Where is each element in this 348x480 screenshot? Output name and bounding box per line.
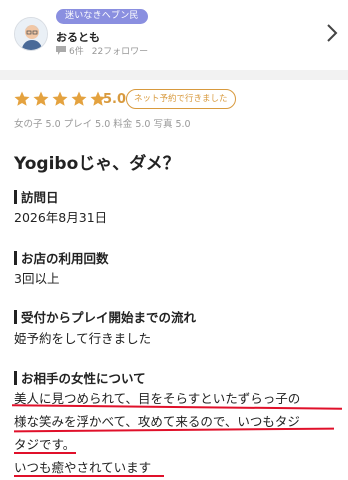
section-body-flow: 姫予約をして行きました	[14, 327, 151, 350]
section-body-usage-count: 3回以上	[14, 267, 59, 290]
star-icon	[14, 91, 30, 106]
highlight-underline	[14, 475, 164, 477]
comment-icon	[56, 46, 66, 55]
rating-row: 5.0 ネット予約で行きました	[0, 88, 348, 116]
user-stats: 6件 22フォロワー	[56, 44, 156, 57]
user-badge: 迷いなきヘブン民	[56, 9, 148, 24]
heading-bar	[14, 250, 17, 265]
avatar-icon[interactable]	[14, 17, 48, 51]
user-card[interactable]: 迷いなきヘブン民 おるとも 6件 22フォロワー	[0, 0, 348, 70]
star-icon	[71, 91, 87, 106]
section-line: 2026年8月31日	[14, 210, 108, 225]
section-heading-label: 受付からプレイ開始までの流れ	[21, 310, 197, 325]
section-heading-label: お相手の女性について	[21, 371, 146, 386]
section-heading-visit-date: 訪問日	[14, 187, 59, 206]
star-icon	[52, 91, 68, 106]
section-heading-partner: お相手の女性について	[14, 368, 146, 387]
section-body-partner: 美人に見つめられて、目をそらすといたずらっ子の 様な笑みを浮かべて、攻めて来るの…	[14, 387, 348, 479]
username[interactable]: おるとも	[56, 29, 100, 45]
star-rating	[13, 90, 108, 108]
section-body-visit-date: 2026年8月31日	[14, 206, 107, 229]
chevron-right-icon[interactable]	[324, 22, 340, 44]
section-heading-label: お店の利用回数	[21, 251, 109, 266]
section-heading-flow: 受付からプレイ開始までの流れ	[14, 307, 196, 326]
sub-ratings: 女の子 5.0 プレイ 5.0 料金 5.0 写真 5.0	[14, 119, 191, 130]
heading-bar	[14, 189, 17, 204]
heading-bar	[14, 370, 17, 385]
star-icon	[33, 91, 49, 106]
section-line: 3回以上	[14, 271, 60, 286]
highlight-underline	[14, 452, 76, 454]
net-reserve-tag: ネット予約で行きました	[126, 89, 236, 109]
section-line: 姫予約をして行きました	[14, 331, 152, 346]
section-heading-usage-count: お店の利用回数	[14, 248, 109, 267]
section-divider	[0, 70, 348, 80]
rating-score: 5.0	[103, 92, 127, 107]
review-title: Yogiboじゃ、ダメ？	[14, 154, 180, 174]
section-heading-label: 訪問日	[21, 190, 59, 205]
follower-count: 22フォロワー	[91, 47, 149, 57]
heading-bar	[14, 309, 17, 324]
review-count: 6件	[69, 47, 84, 57]
